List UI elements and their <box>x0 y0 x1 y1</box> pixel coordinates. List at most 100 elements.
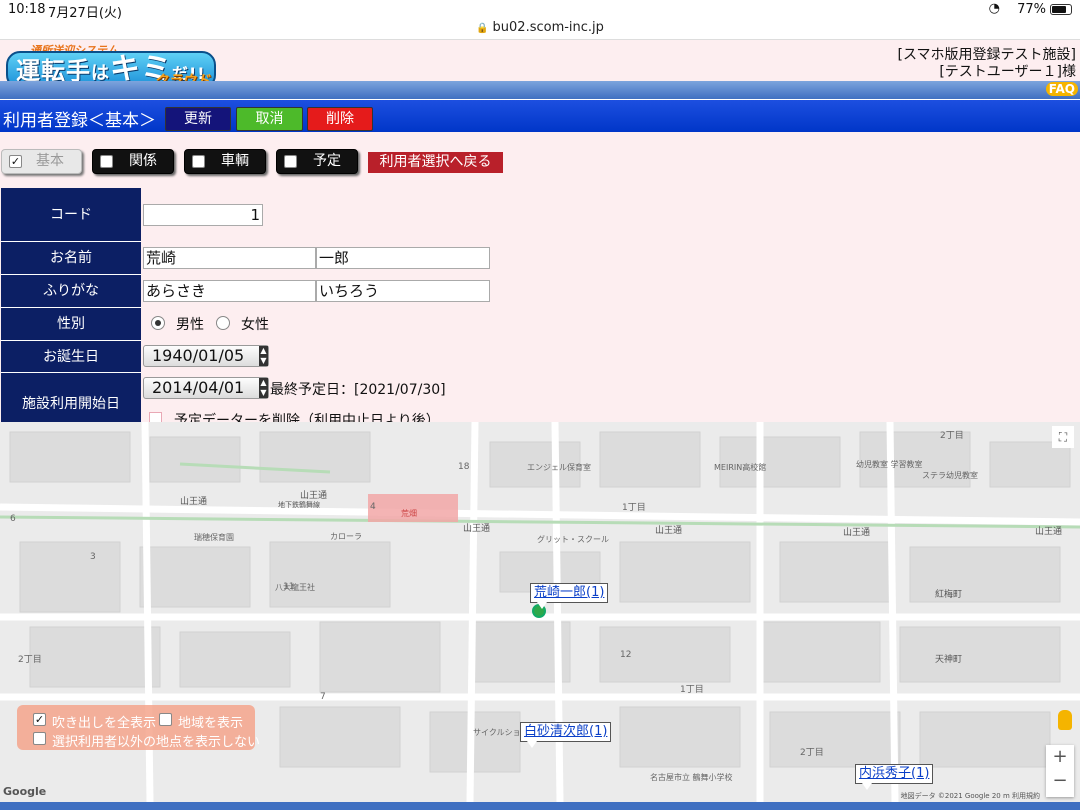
last-kana-field[interactable]: あらさき <box>143 280 316 302</box>
checkbox-icon <box>100 155 113 168</box>
code-label: コード <box>1 188 141 242</box>
birthday-label: お誕生日 <box>1 341 141 373</box>
start-date-value: 2014/04/01 <box>152 378 245 397</box>
final-scheduled-date: 最終予定日：[2021/07/30] <box>270 382 446 398</box>
street-label: 山王通 <box>463 524 491 534</box>
street-label: 紅梅町 <box>935 590 963 600</box>
block-number: 2丁目 <box>940 431 964 441</box>
map-view[interactable]: 山王通 山王通 山王通 山王通 山王通 山王通 荒畑 紅梅町 天神町 地下鉄鶴舞… <box>0 422 1080 802</box>
url-text: bu02.scom-inc.jp <box>492 20 604 35</box>
map-pin-label[interactable]: 白砂清次郎(1) <box>520 722 612 748</box>
first-name-field[interactable]: 一郎 <box>316 247 490 269</box>
map-pin-label[interactable]: 荒崎一郎(1) <box>530 583 609 609</box>
street-view-pegman-icon[interactable] <box>1058 710 1072 730</box>
checkbox-icon <box>284 155 297 168</box>
place-label: MEIRIN高校館 <box>714 463 767 472</box>
tab-yotei[interactable]: 予定 <box>276 149 358 174</box>
header-strip <box>0 81 1080 99</box>
status-time: 10:18 <box>8 2 46 17</box>
form-area: ✓ 基本 関係 車輌 予定 利用者選択へ戻る コード 1 お名前 荒崎 一郎 ふ… <box>0 132 1080 422</box>
street-label: 山王通 <box>180 497 208 507</box>
place-label: 幼児教室 学習教室 <box>856 460 923 469</box>
hide-others-label: 選択利用者以外の地点を表示しない <box>52 735 261 750</box>
map-pin-label[interactable]: 内浜秀子(1) <box>855 764 934 790</box>
birthday-value: 1940/01/05 <box>152 346 245 365</box>
cancel-button[interactable]: 取消 <box>236 107 303 131</box>
station-label: 荒畑 <box>401 509 417 518</box>
status-date: 7月27日(火) <box>48 6 122 21</box>
block-number: 4 <box>370 502 376 512</box>
dropdown-arrow-icon: ▲ ▼ <box>259 346 268 366</box>
back-to-user-select-button[interactable]: 利用者選択へ戻る <box>368 152 503 173</box>
title-bar: 利用者登録＜基本＞ 更新 取消 削除 <box>0 100 1080 132</box>
block-number: 12 <box>620 650 632 660</box>
map-options-panel: ✓ 吹き出しを全表示 地域を表示 選択利用者以外の地点を表示しない <box>17 705 260 750</box>
tab-kihon[interactable]: ✓ 基本 <box>1 149 82 174</box>
show-area-label: 地域を表示 <box>178 716 244 731</box>
facility-info: [スマホ版用登録テスト施設] [テストユーザー１]様 <box>897 47 1076 81</box>
zoom-control: + − <box>1046 745 1074 797</box>
street-label: 山王通 <box>1035 527 1063 537</box>
male-radio[interactable] <box>151 316 165 330</box>
show-balloons-label: 吹き出しを全表示 <box>52 716 157 731</box>
street-label: 天神町 <box>935 655 963 665</box>
battery-percent: 77% <box>1017 2 1046 17</box>
place-label: グリット・スクール <box>537 535 609 544</box>
battery-fill <box>1052 6 1066 13</box>
facility-name: [スマホ版用登録テスト施設] <box>897 47 1076 63</box>
map-attribution[interactable]: 地図データ ©2021 Google 20 m 利用規約 <box>901 791 1040 801</box>
tab-sharyo[interactable]: 車輌 <box>184 149 266 174</box>
block-number: 18 <box>458 462 470 472</box>
place-label: 瑞穂保育園 <box>194 533 234 542</box>
place-label: エンジェル保育室 <box>527 463 591 472</box>
dropdown-arrow-icon: ▲ ▼ <box>259 378 268 398</box>
code-field[interactable]: 1 <box>143 204 263 226</box>
checkbox-icon <box>33 732 46 745</box>
place-label: ステラ幼児教室 <box>922 471 978 480</box>
female-radio[interactable] <box>216 316 230 330</box>
page-title: 利用者登録＜基本＞ <box>3 111 156 131</box>
birthday-select[interactable]: 1940/01/05 ▲ ▼ <box>143 345 269 367</box>
block-number: 1丁目 <box>622 503 646 513</box>
last-name-field[interactable]: 荒崎 <box>143 247 316 269</box>
google-logo: Google <box>3 785 47 798</box>
kana-label: ふりがな <box>1 275 141 308</box>
footer-strip <box>0 802 1080 810</box>
street-label: 山王通 <box>655 526 683 536</box>
lock-icon: 🔒 <box>476 23 489 34</box>
sex-label: 性別 <box>1 308 141 341</box>
place-label: 八大龍王社 <box>275 583 315 592</box>
checkmark-icon: ✓ <box>9 155 22 168</box>
checkbox-icon <box>192 155 205 168</box>
url-bar[interactable]: 🔒 bu02.scom-inc.jp <box>0 20 1080 40</box>
tab-kankei[interactable]: 関係 <box>92 149 174 174</box>
tab-sharyo-label: 車輌 <box>221 153 249 169</box>
name-label: お名前 <box>1 242 141 275</box>
start-date-select[interactable]: 2014/04/01 ▲ ▼ <box>143 377 269 399</box>
tab-kankei-label: 関係 <box>129 153 157 169</box>
delete-button[interactable]: 削除 <box>307 107 373 131</box>
block-number: 2丁目 <box>800 748 824 758</box>
delete-schedule-checkbox[interactable] <box>149 412 162 422</box>
update-button[interactable]: 更新 <box>165 107 231 131</box>
wifi-icon: ◔ <box>988 1 1000 16</box>
place-label: カローラ <box>330 532 362 541</box>
user-name: [テストユーザー１]様 <box>939 64 1076 80</box>
zoom-in-button[interactable]: + <box>1046 745 1074 769</box>
block-number: 3 <box>90 552 96 562</box>
female-label[interactable]: 女性 <box>241 314 269 334</box>
first-kana-field[interactable]: いちろう <box>316 280 490 302</box>
subway-label: 地下鉄鶴舞線 <box>278 501 320 509</box>
tab-kihon-label: 基本 <box>36 153 64 169</box>
checkbox-icon <box>159 713 172 726</box>
zoom-out-button[interactable]: − <box>1046 769 1074 793</box>
faq-button[interactable]: FAQ <box>1045 82 1078 96</box>
start-date-label: 施設利用開始日 <box>1 373 141 422</box>
block-number: 1丁目 <box>680 685 704 695</box>
male-label[interactable]: 男性 <box>176 314 204 334</box>
fullscreen-icon[interactable]: ⛶ <box>1052 426 1074 448</box>
block-number: 7 <box>320 692 326 702</box>
block-number: 6 <box>10 514 16 524</box>
delete-schedule-label[interactable]: 予定データーを削除（利用中止日より後） <box>174 410 440 422</box>
place-label: 名古屋市立 鶴舞小学校 <box>650 773 733 782</box>
